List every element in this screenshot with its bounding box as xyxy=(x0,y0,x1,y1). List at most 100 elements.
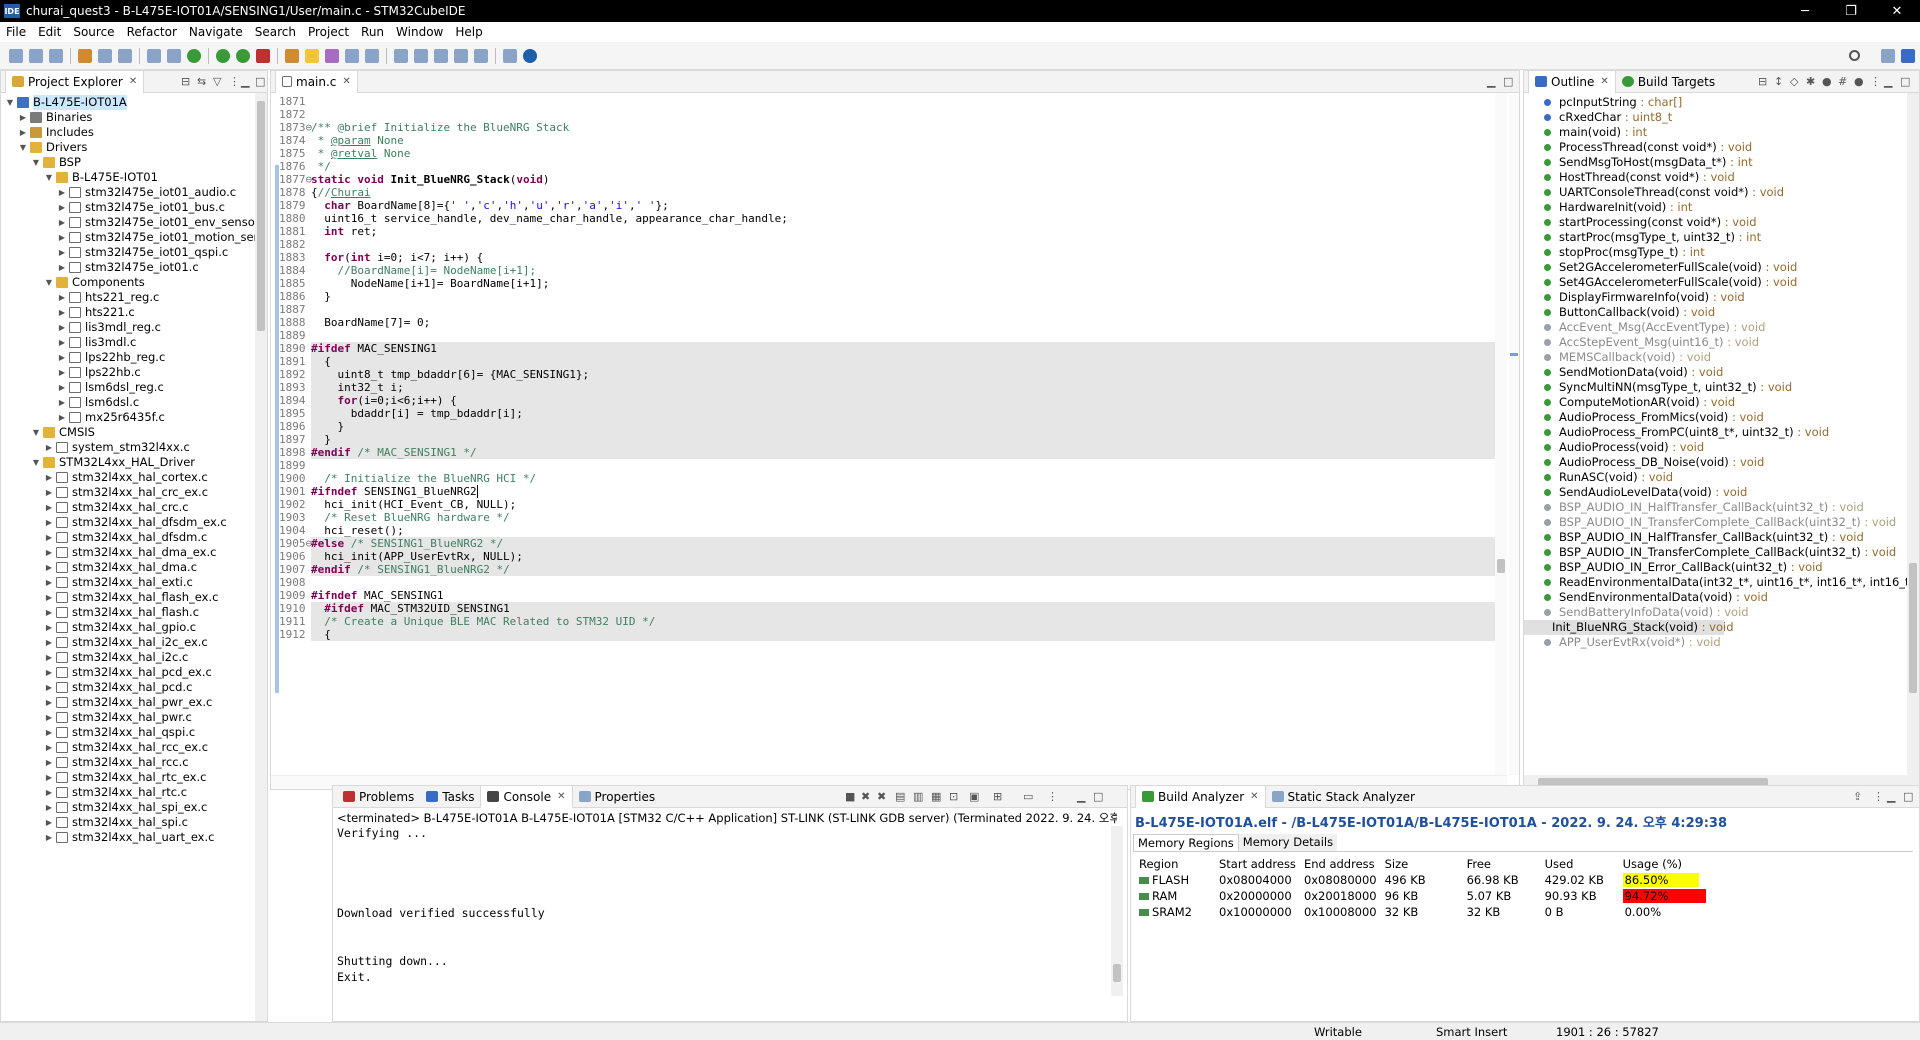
chevron-right-icon[interactable]: ▶ xyxy=(44,650,54,665)
code-line[interactable]: 1888 BoardName[7]= 0; xyxy=(271,316,1495,329)
tree-item[interactable]: ▶ stm32l4xx_hal_crc.c xyxy=(1,500,189,515)
chevron-right-icon[interactable]: ▶ xyxy=(44,770,54,785)
tree-item[interactable]: ▶ stm32l475e_iot01.c xyxy=(1,260,199,275)
chevron-right-icon[interactable]: ▶ xyxy=(44,590,54,605)
next-annotation-icon[interactable] xyxy=(394,48,408,63)
code-line[interactable]: 1904 hci_reset(); xyxy=(271,524,1495,537)
code-line[interactable]: 1884 //BoardName[i]= NodeName[i+1]; xyxy=(271,264,1495,277)
chevron-right-icon[interactable]: ▶ xyxy=(57,410,67,425)
tree-item[interactable]: ▶ stm32l4xx_hal_rtc.c xyxy=(1,785,187,800)
maximize-view-icon[interactable]: □ xyxy=(1900,75,1910,88)
tree-item[interactable]: ▶ stm32l4xx_hal_rtc_ex.c xyxy=(1,770,207,785)
outline-item[interactable]: SendMotionData(void) : void xyxy=(1524,365,1723,380)
chevron-right-icon[interactable]: ▶ xyxy=(44,605,54,620)
chevron-down-icon[interactable]: ▼ xyxy=(31,425,41,440)
chevron-right-icon[interactable]: ▶ xyxy=(44,485,54,500)
chevron-right-icon[interactable]: ▶ xyxy=(44,515,54,530)
code-line[interactable]: 1912 { xyxy=(279,628,1495,641)
mark-occurrences-icon[interactable] xyxy=(325,48,339,63)
code-line[interactable]: 1872 xyxy=(271,108,1495,121)
tab-build-targets[interactable]: Build Targets xyxy=(1616,71,1721,93)
chevron-right-icon[interactable]: ▶ xyxy=(44,680,54,695)
tab-project-explorer[interactable]: Project Explorer ✕ xyxy=(5,70,145,93)
outline-item[interactable]: AudioProcess_FromPC(uint8_t*, uint32_t) … xyxy=(1524,425,1829,440)
table-row[interactable]: FLASH 0x08004000 0x08080000 496 KB 66.98 KB 4… xyxy=(1135,872,1719,888)
column-header[interactable]: Size xyxy=(1381,856,1463,872)
pin-console-icon[interactable]: ⊡ xyxy=(949,790,958,803)
tree-item[interactable]: ▼ STM32L4xx_HAL_Driver xyxy=(1,455,195,470)
tree-item[interactable]: ▶ stm32l4xx_hal_rcc_ex.c xyxy=(1,740,208,755)
chevron-right-icon[interactable]: ▶ xyxy=(57,260,67,275)
tab-problems[interactable]: Problems xyxy=(337,786,420,808)
tree-item[interactable]: ▶ stm32l4xx_hal_pcd_ex.c xyxy=(1,665,212,680)
scrollbar-thumb[interactable] xyxy=(1497,559,1505,573)
search-icon[interactable] xyxy=(1849,50,1860,61)
sort-icon[interactable]: ↕ xyxy=(1774,75,1783,88)
save-all-icon[interactable] xyxy=(49,48,63,63)
code-line[interactable]: 1880 uint16_t service_handle, dev_name_c… xyxy=(271,212,1495,225)
tree-item[interactable]: ▶ stm32l4xx_hal_crc_ex.c xyxy=(1,485,208,500)
hide-static-icon[interactable]: ✱ xyxy=(1806,75,1815,88)
minimize-view-icon[interactable]: ▁ xyxy=(1077,790,1085,803)
new-icon[interactable] xyxy=(9,48,23,63)
chevron-right-icon[interactable]: ▶ xyxy=(44,620,54,635)
chevron-right-icon[interactable]: ▶ xyxy=(57,200,67,215)
tree-scrollbar[interactable] xyxy=(255,93,267,1021)
refresh-icon[interactable]: ⇪ xyxy=(1853,790,1862,803)
chevron-right-icon[interactable]: ▶ xyxy=(44,575,54,590)
chevron-right-icon[interactable]: ▶ xyxy=(44,800,54,815)
outline-item[interactable]: SendBatteryInfoData(void) : void xyxy=(1524,605,1749,620)
outline-item[interactable]: RunASC(void) : void xyxy=(1524,470,1673,485)
outline-item[interactable]: AudioProcess_FromMics(void) : void xyxy=(1524,410,1764,425)
terminate-icon[interactable]: ■ xyxy=(845,790,855,803)
chevron-right-icon[interactable]: ▶ xyxy=(57,305,67,320)
chevron-down-icon[interactable]: ▼ xyxy=(31,155,41,170)
restore-icon[interactable]: ❐ xyxy=(1828,0,1874,22)
previous-annotation-icon[interactable] xyxy=(414,48,428,63)
new-console-icon[interactable]: ▭ xyxy=(1023,790,1033,803)
chevron-right-icon[interactable]: ▶ xyxy=(44,725,54,740)
tree-item[interactable]: ▶ Binaries xyxy=(1,110,93,125)
scrollbar-thumb[interactable] xyxy=(1909,563,1917,693)
chevron-right-icon[interactable]: ▶ xyxy=(44,755,54,770)
last-edit-icon[interactable] xyxy=(434,48,448,63)
column-header[interactable]: Usage (%) xyxy=(1619,856,1719,872)
code-line[interactable]: 1899 xyxy=(271,459,1495,472)
tree-item[interactable]: ▶ mx25r6435f.c xyxy=(1,410,165,425)
overview-marker[interactable] xyxy=(1510,353,1518,356)
tree-item[interactable]: ▶ lps22hb.c xyxy=(1,365,141,380)
outline-item[interactable]: Init_BlueNRG_Stack(void) : void xyxy=(1524,620,1734,635)
chevron-right-icon[interactable]: ▶ xyxy=(44,500,54,515)
outline-item[interactable]: stopProc(msgType_t) : int xyxy=(1524,245,1705,260)
code-line[interactable]: 1909 #ifndef MAC_SENSING1 xyxy=(271,589,1495,602)
code-line[interactable]: 1908 xyxy=(271,576,1495,589)
tree-item[interactable]: ▶ stm32l475e_iot01_bus.c xyxy=(1,200,225,215)
code-line[interactable]: 1898 #endif /* MAC_SENSING1 */ xyxy=(279,446,1495,459)
filter-icon[interactable]: ▽ xyxy=(213,75,221,88)
outline-item[interactable]: UARTConsoleThread(const void*) : void xyxy=(1524,185,1784,200)
view-menu-icon[interactable]: ⋮ xyxy=(1873,790,1884,803)
maximize-view-icon[interactable]: □ xyxy=(255,75,265,88)
chevron-right-icon[interactable]: ▶ xyxy=(57,365,67,380)
code-line[interactable]: 1891 { xyxy=(279,355,1495,368)
tree-item[interactable]: ▶ lsm6dsl_reg.c xyxy=(1,380,164,395)
tree-item[interactable]: ▶ lis3mdl.c xyxy=(1,335,136,350)
chevron-right-icon[interactable]: ▶ xyxy=(57,380,67,395)
outline-item[interactable]: ReadEnvironmentalData(int32_t*, uint16_t… xyxy=(1524,575,1907,590)
tree-item[interactable]: ▶ stm32l4xx_hal_spi_ex.c xyxy=(1,800,207,815)
tree-item[interactable]: ▶ stm32l4xx_hal_spi.c xyxy=(1,815,188,830)
code-line[interactable]: 1871 xyxy=(271,95,1495,108)
show-whitespace-icon[interactable] xyxy=(365,48,379,63)
tree-item[interactable]: ▼ CMSIS xyxy=(1,425,95,440)
chevron-right-icon[interactable]: ▶ xyxy=(57,215,67,230)
code-line[interactable]: 1881 int ret; xyxy=(271,225,1495,238)
outline-item[interactable]: pcInputString : char[] xyxy=(1524,95,1682,110)
outline-item[interactable]: startProc(msgType_t, uint32_t) : int xyxy=(1524,230,1761,245)
forward-icon[interactable] xyxy=(474,48,488,63)
chevron-right-icon[interactable]: ▶ xyxy=(44,560,54,575)
chevron-right-icon[interactable]: ▶ xyxy=(57,185,67,200)
code-line[interactable]: 1895 bdaddr[i] = tmp_bdaddr[i]; xyxy=(279,407,1495,420)
outline-item[interactable]: HostThread(const void*) : void xyxy=(1524,170,1735,185)
menu-project[interactable]: Project xyxy=(302,25,355,39)
outline-item[interactable]: BSP_AUDIO_IN_TransferComplete_CallBack(u… xyxy=(1524,545,1896,560)
